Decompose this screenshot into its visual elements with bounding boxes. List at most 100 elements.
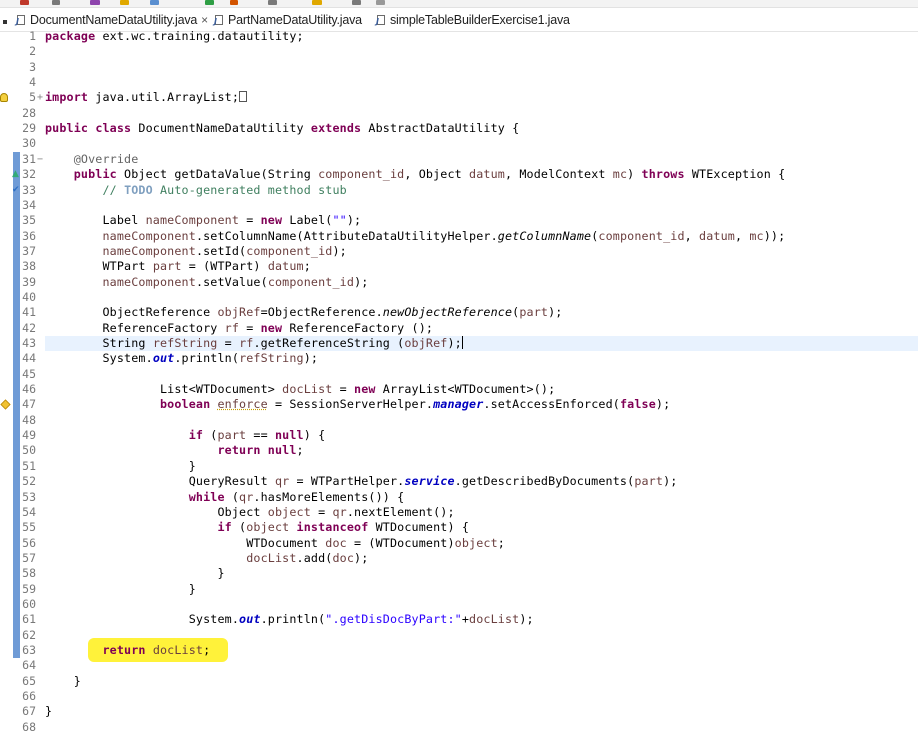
code-line[interactable]: 37 nameComponent.setId(component_id); [0, 244, 918, 259]
code-text[interactable]: Label nameComponent = new Label(""); [45, 213, 361, 228]
code-text[interactable]: ReferenceFactory rf = new ReferenceFacto… [45, 321, 433, 336]
code-text[interactable]: System.out.println(".getDisDocByPart:"+d… [45, 612, 534, 627]
code-text[interactable]: } [45, 674, 81, 689]
code-line[interactable]: 40 [0, 290, 918, 305]
code-text[interactable]: return docList; [45, 643, 211, 658]
code-text[interactable]: String refString = rf.getReferenceString… [45, 336, 463, 351]
toolbar-icon[interactable] [150, 0, 159, 5]
code-line[interactable]: 49 if (part == null) { [0, 428, 918, 443]
toolbar-icon[interactable] [20, 0, 29, 5]
code-text[interactable]: } [45, 704, 52, 719]
code-line[interactable]: 50 return null; [0, 443, 918, 458]
collapsed-imports-box[interactable] [239, 91, 248, 103]
code-text[interactable]: } [45, 459, 196, 474]
code-line[interactable]: 46 List<WTDocument> docList = new ArrayL… [0, 382, 918, 397]
code-text[interactable]: return null; [45, 443, 304, 458]
code-text[interactable]: WTDocument doc = (WTDocument)object; [45, 536, 505, 551]
code-line[interactable]: 28 [0, 106, 918, 121]
code-line[interactable]: 60 [0, 597, 918, 612]
override-indicator-icon[interactable]: ▲ [12, 167, 19, 182]
code-text[interactable]: nameComponent.setId(component_id); [45, 244, 347, 259]
toolbar-icon[interactable] [52, 0, 60, 5]
close-icon[interactable]: × [201, 13, 208, 27]
code-text[interactable]: if (object instanceof WTDocument) { [45, 520, 469, 535]
code-text[interactable]: List<WTDocument> docList = new ArrayList… [45, 382, 555, 397]
code-line[interactable]: 5 + import java.util.ArrayList; [0, 90, 918, 105]
code-text[interactable]: docList.add(doc); [45, 551, 368, 566]
code-text[interactable]: nameComponent.setValue(component_id); [45, 275, 369, 290]
code-line[interactable]: 45 [0, 367, 918, 382]
code-line[interactable]: 42 ReferenceFactory rf = new ReferenceFa… [0, 321, 918, 336]
view-menu-icon[interactable] [3, 20, 7, 24]
code-text[interactable]: } [45, 582, 196, 597]
code-text[interactable]: public Object getDataValue(String compon… [45, 167, 785, 182]
code-line[interactable]: 56 WTDocument doc = (WTDocument)object; [0, 536, 918, 551]
code-text[interactable]: // TODO Auto-generated method stub [45, 183, 347, 198]
fold-collapse-icon[interactable]: − [37, 152, 43, 167]
code-text[interactable]: package ext.wc.training.datautility; [45, 29, 304, 44]
code-line[interactable]: 3 [0, 60, 918, 75]
code-line[interactable]: 61 System.out.println(".getDisDocByPart:… [0, 612, 918, 627]
code-text[interactable]: while (qr.hasMoreElements()) { [45, 490, 404, 505]
toolbar-icon[interactable] [90, 0, 100, 5]
code-text[interactable]: Object object = qr.nextElement(); [45, 505, 455, 520]
code-line[interactable]: 2 [0, 44, 918, 59]
code-text[interactable]: public class DocumentNameDataUtility ext… [45, 121, 519, 136]
code-line[interactable]: 53 while (qr.hasMoreElements()) { [0, 490, 918, 505]
code-line[interactable]: 4 [0, 75, 918, 90]
code-line[interactable]: 31− @Override [0, 152, 918, 167]
code-line[interactable]: 59 } [0, 582, 918, 597]
toolbar-icon[interactable] [352, 0, 361, 5]
code-line[interactable]: 48 [0, 413, 918, 428]
tab-simple-table-builder-exercise[interactable]: J simpleTableBuilderExercise1.java [376, 11, 570, 29]
code-line[interactable]: 44 System.out.println(refString); [0, 351, 918, 366]
toolbar-icon[interactable] [312, 0, 322, 5]
code-line[interactable]: 47 boolean enforce = SessionServerHelper… [0, 397, 918, 412]
toolbar-icon[interactable] [376, 0, 385, 5]
code-line[interactable]: 1 package ext.wc.training.datautility; [0, 29, 918, 44]
code-line[interactable]: 34 [0, 198, 918, 213]
code-line[interactable]: 33 ✔ // TODO Auto-generated method stub [0, 183, 918, 198]
code-line[interactable]: 43 String refString = rf.getReferenceStr… [0, 336, 918, 351]
code-text[interactable]: if (part == null) { [45, 428, 325, 443]
code-line[interactable]: 30 [0, 136, 918, 151]
code-line[interactable]: 62 [0, 628, 918, 643]
code-line[interactable]: 29 public class DocumentNameDataUtility e… [0, 121, 918, 136]
code-line[interactable]: 55 if (object instanceof WTDocument) { [0, 520, 918, 535]
code-text[interactable]: QueryResult qr = WTPartHelper.service.ge… [45, 474, 678, 489]
code-editor[interactable]: 1 package ext.wc.training.datautility; 2 3 4… [0, 29, 918, 754]
tab-part-name-data-utility[interactable]: J PartNameDataUtility.java [214, 11, 362, 29]
code-line[interactable]: 36 nameComponent.setColumnName(Attribute… [0, 229, 918, 244]
code-line[interactable]: 57 docList.add(doc); [0, 551, 918, 566]
code-line[interactable]: 66 [0, 689, 918, 704]
tab-document-name-data-utility[interactable]: J DocumentNameDataUtility.java × [16, 11, 208, 29]
quick-fix-icon[interactable] [0, 93, 8, 103]
toolbar-icon[interactable] [120, 0, 129, 5]
code-line[interactable]: 64 [0, 658, 918, 673]
code-text[interactable]: nameComponent.setColumnName(AttributeDat… [45, 229, 786, 244]
code-text[interactable]: System.out.println(refString); [45, 351, 318, 366]
toolbar-icon[interactable] [230, 0, 238, 5]
code-line[interactable]: 38 WTPart part = (WTPart) datum; [0, 259, 918, 274]
code-text[interactable]: ObjectReference objRef=ObjectReference.n… [45, 305, 562, 320]
code-line[interactable]: 54 Object object = qr.nextElement(); [0, 505, 918, 520]
code-line[interactable]: 68 [0, 720, 918, 735]
code-text[interactable]: boolean enforce = SessionServerHelper.ma… [45, 397, 670, 412]
code-line[interactable]: 65 } [0, 674, 918, 689]
code-text[interactable]: WTPart part = (WTPart) datum; [45, 259, 311, 274]
code-text[interactable]: @Override [45, 152, 139, 167]
code-text[interactable]: } [45, 566, 225, 581]
code-line[interactable]: 39 nameComponent.setValue(component_id); [0, 275, 918, 290]
fold-expand-icon[interactable]: + [37, 90, 43, 105]
code-line[interactable]: 32 ▲ public Object getDataValue(String co… [0, 167, 918, 182]
code-line[interactable]: 52 QueryResult qr = WTPartHelper.service… [0, 474, 918, 489]
task-marker-icon[interactable]: ✔ [12, 183, 20, 198]
code-line[interactable]: 63 return docList; [0, 643, 918, 658]
code-line[interactable]: 35 Label nameComponent = new Label(""); [0, 213, 918, 228]
code-line[interactable]: 41 ObjectReference objRef=ObjectReferenc… [0, 305, 918, 320]
toolbar-icon[interactable] [205, 0, 214, 5]
code-text[interactable]: import java.util.ArrayList; [45, 90, 248, 105]
code-line[interactable]: 58 } [0, 566, 918, 581]
code-line[interactable]: 67} [0, 704, 918, 719]
code-line[interactable]: 51 } [0, 459, 918, 474]
